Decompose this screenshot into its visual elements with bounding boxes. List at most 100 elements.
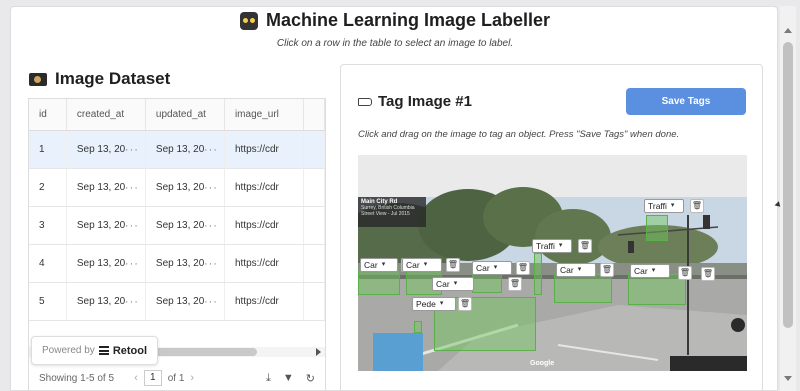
column-header-image-url[interactable]: image_url	[225, 99, 304, 130]
cell-updated-at-text: Sep 13, 20	[155, 258, 205, 269]
cell-updated-at: Sep 13, 20 ···	[146, 131, 225, 168]
chevron-down-icon: ▾	[558, 242, 563, 249]
tag-selector[interactable]: Car ▾	[360, 258, 398, 272]
table-header: id created_at updated_at image_url	[29, 99, 325, 131]
scroll-up-arrow-icon[interactable]	[784, 28, 792, 33]
more-icon[interactable]: ···	[204, 207, 218, 244]
cell-image-url: https://cdr	[225, 245, 304, 282]
powered-by-brand: Retool	[112, 344, 148, 357]
chevron-down-icon: ▾	[423, 261, 428, 268]
tag-instructions: Click and drag on the image to tag an ob…	[358, 129, 680, 140]
delete-tag-icon[interactable]: 🗑	[578, 239, 592, 253]
cell-id: 5	[29, 283, 67, 320]
delete-tag-icon[interactable]: 🗑	[516, 261, 530, 275]
cell-created-at: Sep 13, 20 ···	[67, 207, 146, 244]
bounding-box[interactable]	[534, 253, 542, 295]
delete-tag-icon[interactable]: 🗑	[458, 297, 472, 311]
more-icon[interactable]: ···	[204, 245, 218, 282]
table-row[interactable]: 4 Sep 13, 20 ··· Sep 13, 20 ··· https://cd…	[29, 245, 325, 283]
cell-created-at-text: Sep 13, 20	[76, 182, 126, 193]
refresh-icon[interactable]: ↻	[306, 372, 315, 385]
cell-image-url: https://cdr	[225, 283, 304, 320]
cell-updated-at-text: Sep 13, 20	[155, 144, 205, 155]
delete-tag-icon[interactable]: 🗑	[690, 199, 704, 213]
column-header-id[interactable]: id	[29, 99, 67, 130]
google-watermark: Google	[530, 360, 555, 367]
tag-panel-title: Tag Image #1	[358, 93, 472, 110]
chevron-down-icon: ▾	[439, 300, 444, 307]
filter-icon[interactable]: ▼	[283, 372, 294, 385]
more-icon[interactable]: ···	[204, 169, 218, 206]
scroll-right-arrow-icon[interactable]	[316, 348, 321, 356]
bounding-box[interactable]	[414, 321, 422, 333]
cell-updated-at: Sep 13, 20 ···	[146, 169, 225, 206]
table-row[interactable]: 2 Sep 13, 20 ··· Sep 13, 20 ··· https://cd…	[29, 169, 325, 207]
scroll-down-arrow-icon[interactable]	[784, 376, 792, 381]
powered-by-label: Powered by	[42, 345, 95, 356]
more-icon[interactable]: ···	[125, 283, 139, 320]
tag-selector-label: Car	[560, 265, 574, 275]
tag-selector[interactable]: Car ▾	[402, 258, 442, 272]
tag-selector[interactable]: Car ▾	[630, 264, 670, 278]
page-number-input[interactable]: 1	[143, 370, 162, 386]
table-footer: Showing 1-5 of 5 ‹ 1 of 1 › ⤓ ▼ ↻	[29, 364, 325, 390]
cell-extra	[304, 131, 325, 168]
cell-id: 3	[29, 207, 67, 244]
column-header-updated-at[interactable]: updated_at	[146, 99, 225, 130]
bounding-box[interactable]	[554, 273, 612, 303]
table-row[interactable]: 3 Sep 13, 20 ··· Sep 13, 20 ··· https://cd…	[29, 207, 325, 245]
tag-selector[interactable]: Car ▾	[472, 261, 512, 275]
delete-tag-icon[interactable]: 🗑	[701, 267, 715, 281]
more-icon[interactable]: ···	[125, 131, 139, 168]
column-header-extra[interactable]	[304, 99, 325, 130]
save-tags-button[interactable]: Save Tags	[626, 88, 746, 115]
powered-by-badge[interactable]: Powered by Retool	[31, 336, 158, 365]
prev-page-icon[interactable]: ‹	[134, 372, 138, 384]
tag-selector[interactable]: Car ▾	[556, 263, 596, 277]
tag-selector[interactable]: Traffi ▾	[532, 239, 572, 253]
download-icon[interactable]: ⤓	[266, 372, 271, 385]
more-icon[interactable]: ···	[204, 283, 218, 320]
tag-selector[interactable]: Car ▾	[432, 277, 474, 291]
page-scrollbar[interactable]	[780, 6, 796, 391]
next-page-icon[interactable]: ›	[190, 372, 194, 384]
cell-created-at-text: Sep 13, 20	[76, 144, 126, 155]
tag-image-panel: Tag Image #1 Save Tags Click and drag on…	[340, 64, 763, 390]
more-icon[interactable]: ···	[125, 169, 139, 206]
cell-extra	[304, 283, 325, 320]
cell-updated-at-text: Sep 13, 20	[155, 220, 205, 231]
delete-tag-icon[interactable]: 🗑	[600, 263, 614, 277]
more-icon[interactable]: ···	[125, 207, 139, 244]
chevron-down-icon: ▾	[651, 267, 656, 274]
cell-created-at: Sep 13, 20 ···	[67, 131, 146, 168]
cell-image-url: https://cdr	[225, 207, 304, 244]
delete-tag-icon[interactable]: 🗑	[446, 258, 460, 272]
dataset-title: Image Dataset	[29, 69, 170, 89]
row-count-text: Showing 1-5 of 5	[39, 372, 115, 384]
page-total-text: of 1	[167, 372, 185, 384]
tag-selector-label: Car	[634, 266, 648, 276]
tag-selector[interactable]: Pede ▾	[412, 297, 456, 311]
more-icon[interactable]: ···	[204, 131, 218, 168]
delete-tag-icon[interactable]: 🗑	[678, 266, 692, 280]
app-header: Machine Learning Image Labeller Click on…	[11, 10, 777, 49]
table-row[interactable]: 1 Sep 13, 20 ··· Sep 13, 20 ··· https://cd…	[29, 131, 325, 169]
labelling-canvas[interactable]: Main City Rd Surrey, British Columbia St…	[358, 155, 747, 371]
bounding-box[interactable]	[358, 269, 400, 295]
tag-icon	[358, 97, 372, 106]
chevron-down-icon: ▾	[453, 280, 458, 287]
page-scrollbar-thumb[interactable]	[783, 42, 793, 328]
cell-created-at: Sep 13, 20 ···	[67, 283, 146, 320]
cell-created-at-text: Sep 13, 20	[76, 220, 126, 231]
table-row[interactable]: 5 Sep 13, 20 ··· Sep 13, 20 ··· https://cd…	[29, 283, 325, 321]
tag-panel-title-text: Tag Image #1	[378, 93, 472, 110]
tag-selector[interactable]: Traffi ▾	[644, 199, 684, 213]
bounding-box[interactable]	[646, 215, 668, 241]
cell-updated-at: Sep 13, 20 ···	[146, 207, 225, 244]
chevron-down-icon: ▾	[381, 261, 386, 268]
more-icon[interactable]: ···	[125, 245, 139, 282]
cell-created-at: Sep 13, 20 ···	[67, 169, 146, 206]
delete-tag-icon[interactable]: 🗑	[508, 277, 522, 291]
column-header-created-at[interactable]: created_at	[67, 99, 146, 130]
robot-icon	[239, 11, 258, 30]
